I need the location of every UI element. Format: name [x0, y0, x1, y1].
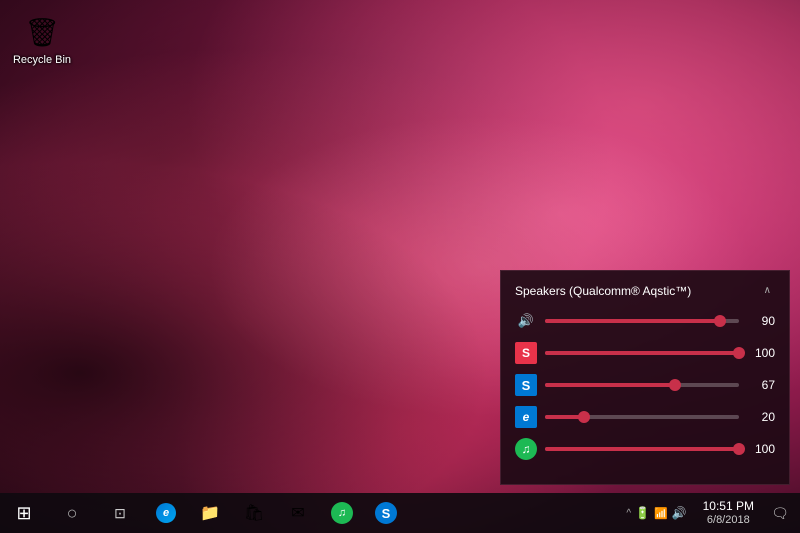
taskbar-store[interactable]: 🛍 [232, 493, 276, 533]
system-volume-slider[interactable] [545, 319, 739, 323]
taskbar-edge[interactable]: e [144, 493, 188, 533]
clock-date: 6/8/2018 [707, 514, 750, 527]
app1-volume-value: 100 [747, 346, 775, 360]
system-volume-value: 90 [747, 314, 775, 328]
system-volume-thumb[interactable] [714, 315, 726, 327]
taskbar: ⊞ ○ ⊡ e 📁 🛍 ✉ [0, 493, 800, 533]
taskbar-apps: e 📁 🛍 ✉ ♫ S [144, 493, 408, 533]
volume-icon[interactable]: 🔊 [672, 506, 687, 520]
notification-center-button[interactable]: 🗨 [764, 493, 796, 533]
panel-header: Speakers (Qualcomm® Aqstic™) ∧ [515, 283, 775, 298]
skype-volume-slider[interactable] [545, 383, 739, 387]
recycle-bin-icon-graphic: 🗑 [22, 12, 62, 52]
taskbar-right: ^ 🔋 📶 🔊 10:51 PM 6/8/2018 🗨 [620, 493, 800, 533]
taskbar-left: ⊞ ○ ⊡ e 📁 🛍 ✉ [0, 493, 408, 533]
app1-icon: S [515, 342, 537, 364]
taskbar-skype[interactable]: S [364, 493, 408, 533]
skype-volume-thumb[interactable] [669, 379, 681, 391]
edge-vol-icon: e [515, 406, 537, 428]
sys-tray-expand[interactable]: ^ [626, 508, 631, 519]
task-view-button[interactable]: ⊡ [96, 493, 144, 533]
volume-row-system: 🔊 90 [515, 310, 775, 332]
spotify-volume-thumb[interactable] [733, 443, 745, 455]
taskbar-mail[interactable]: ✉ [276, 493, 320, 533]
spotify-taskbar-icon: ♫ [331, 502, 353, 524]
speaker-icon: 🔊 [515, 310, 537, 332]
taskbar-spotify[interactable]: ♫ [320, 493, 364, 533]
skype-taskbar-icon: S [375, 502, 397, 524]
volume-mixer-panel: Speakers (Qualcomm® Aqstic™) ∧ 🔊 90 S 10… [500, 270, 790, 485]
app1-volume-slider[interactable] [545, 351, 739, 355]
recycle-bin-label: Recycle Bin [13, 54, 71, 67]
recycle-bin-icon[interactable]: 🗑 Recycle Bin [8, 8, 76, 71]
taskbar-explorer[interactable]: 📁 [188, 493, 232, 533]
edge-volume-thumb[interactable] [578, 411, 590, 423]
volume-row-edge: e 20 [515, 406, 775, 428]
app1-volume-thumb[interactable] [733, 347, 745, 359]
explorer-icon: 📁 [200, 503, 220, 523]
start-button[interactable]: ⊞ [0, 493, 48, 533]
skype-vol-icon: S [515, 374, 537, 396]
system-volume-fill [545, 319, 720, 323]
clock-time: 10:51 PM [703, 499, 754, 515]
volume-row-app1: S 100 [515, 342, 775, 364]
task-view-icon: ⊡ [114, 505, 126, 522]
clock[interactable]: 10:51 PM 6/8/2018 [695, 493, 762, 533]
spotify-volume-fill [545, 447, 739, 451]
panel-close-button[interactable]: ∧ [760, 283, 775, 298]
volume-row-skype: S 67 [515, 374, 775, 396]
panel-title: Speakers (Qualcomm® Aqstic™) [515, 284, 691, 298]
edge-icon: e [156, 503, 176, 523]
start-icon: ⊞ [16, 503, 31, 524]
volume-row-spotify: ♫ 100 [515, 438, 775, 460]
spotify-vol-icon: ♫ [515, 438, 537, 460]
battery-icon: 🔋 [635, 506, 650, 520]
store-icon: 🛍 [244, 503, 264, 523]
wifi-icon: 📶 [654, 507, 668, 520]
app1-volume-fill [545, 351, 739, 355]
mail-icon: ✉ [291, 503, 304, 523]
spotify-volume-value: 100 [747, 442, 775, 456]
edge-volume-value: 20 [747, 410, 775, 424]
notification-icon: 🗨 [771, 505, 789, 522]
skype-volume-fill [545, 383, 675, 387]
spotify-volume-slider[interactable] [545, 447, 739, 451]
skype-volume-value: 67 [747, 378, 775, 392]
cortana-button[interactable]: ○ [48, 493, 96, 533]
edge-volume-slider[interactable] [545, 415, 739, 419]
cortana-icon: ○ [67, 503, 78, 524]
system-tray: ^ 🔋 📶 🔊 [620, 506, 692, 520]
